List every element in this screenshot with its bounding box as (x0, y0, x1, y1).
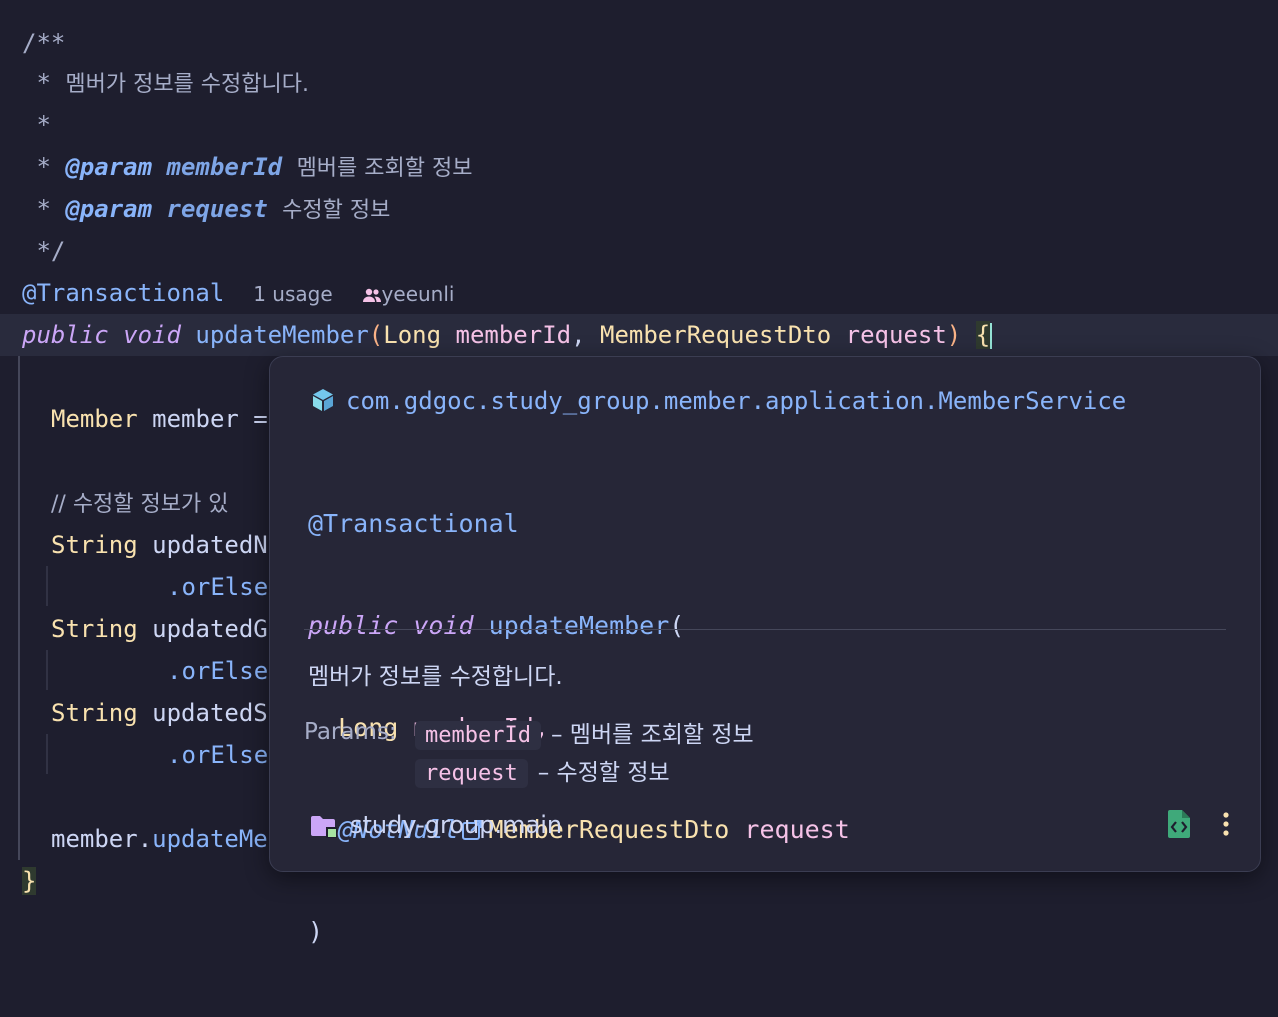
transactional-annotation[interactable]: @Transactional (22, 279, 224, 307)
doc-comment-open: /** (22, 29, 66, 57)
popup-footer-module: study-group.main (310, 811, 562, 839)
param-description: – 수정할 정보 (537, 760, 670, 786)
module-name: study-group.main (350, 811, 563, 839)
doc-param-tag: @param (65, 153, 153, 181)
code-line-doc-param-2: * @param request 수정할 정보 (0, 188, 1278, 230)
variable-name: updatedS (137, 699, 268, 727)
keyword-void: void (123, 321, 181, 349)
author-name: yeeunli (381, 282, 455, 306)
usages-hint[interactable]: 1 usage (253, 282, 332, 306)
close-paren: ) (946, 321, 962, 349)
keyword-public: public (22, 321, 109, 349)
orelse-call: .orElse (167, 573, 269, 601)
close-paren: ) (308, 917, 324, 946)
param-row: request – 수정할 정보 (415, 753, 670, 788)
more-options-icon[interactable] (1222, 811, 1230, 837)
comma: , (571, 321, 586, 349)
open-paren: ( (368, 321, 384, 349)
doc-param-desc: 멤버를 조회할 정보 (296, 156, 473, 181)
line-comment: // 수정할 정보가 있 (51, 492, 229, 517)
people-icon (362, 288, 381, 302)
param-chip: request (415, 759, 528, 788)
code-text: member. (51, 825, 153, 853)
popup-footer-actions (1166, 809, 1230, 839)
doc-param-name: memberId (166, 153, 283, 181)
orelse-call: .orElse (167, 741, 269, 769)
type-string: String (51, 699, 138, 727)
code-line-doc-close: */ (0, 230, 1278, 272)
doc-param-name: request (166, 195, 268, 223)
code-line-doc-open: /** (0, 22, 1278, 64)
doc-star: * (22, 153, 51, 181)
open-brace: { (975, 321, 991, 349)
doc-comment-close: */ (22, 237, 66, 265)
quick-documentation-popup[interactable]: com.gdgoc.study_group.member.application… (269, 356, 1261, 946)
doc-param-desc: 수정할 정보 (282, 198, 391, 223)
params-label: Params: (304, 719, 397, 745)
doc-star: * (22, 69, 51, 97)
type-string: String (51, 531, 138, 559)
popup-annotation[interactable]: @Transactional (308, 509, 519, 538)
keyword-public: public (308, 611, 399, 640)
text-caret (990, 323, 993, 349)
popup-param-name: request (744, 815, 850, 844)
variable-name: updatedN (137, 531, 268, 559)
code-line-annotation: @Transactional 1 usage yeeunli (0, 272, 1278, 314)
module-folder-icon (311, 816, 337, 838)
code-line-doc-empty: * (0, 104, 1278, 146)
popup-divider (304, 629, 1226, 630)
view-source-icon[interactable] (1166, 809, 1192, 839)
code-editor[interactable]: /** * 멤버가 정보를 수정합니다. * * @param memberId… (0, 0, 1278, 946)
popup-description: 멤버가 정보를 수정합니다. (308, 664, 563, 690)
keyword-void: void (413, 611, 474, 640)
param-name: memberId (455, 321, 572, 349)
method-name[interactable]: updateMember (195, 321, 368, 349)
param-type[interactable]: MemberRequestDto (600, 321, 831, 349)
author-hint[interactable]: yeeunli (362, 282, 455, 306)
code-line-signature: public void updateMember(Long memberId, … (0, 314, 1278, 356)
doc-star: * (22, 195, 51, 223)
class-fqcn-link[interactable]: com.gdgoc.study_group.member.application… (346, 387, 1126, 415)
orelse-call: .orElse (167, 657, 269, 685)
open-paren: ( (669, 611, 685, 640)
code-line-doc-param-1: * @param memberId 멤버를 조회할 정보 (0, 146, 1278, 188)
doc-star: * (22, 111, 51, 139)
popup-method-name: updateMember (488, 611, 670, 640)
param-type[interactable]: Long (383, 321, 441, 349)
variable-name: updatedG (137, 615, 268, 643)
code-text: member = (137, 405, 268, 433)
param-description: – 멤버를 조회할 정보 (550, 722, 754, 748)
param-name: request (845, 321, 947, 349)
param-row: memberId – 멤버를 조회할 정보 (415, 715, 754, 750)
type-member: Member (51, 405, 138, 433)
method-call: updateMe (152, 825, 268, 853)
param-chip: memberId (415, 721, 541, 750)
type-string: String (51, 615, 138, 643)
doc-description: 멤버가 정보를 수정합니다. (65, 72, 309, 97)
code-line-doc-desc: * 멤버가 정보를 수정합니다. (0, 62, 1278, 104)
class-cube-icon (313, 389, 333, 411)
doc-param-tag: @param (65, 195, 153, 223)
popup-header: com.gdgoc.study_group.member.application… (310, 387, 1126, 415)
close-brace: } (22, 867, 37, 895)
